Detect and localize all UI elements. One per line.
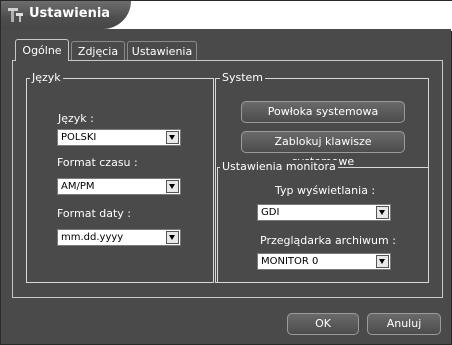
- chevron-down-icon[interactable]: [166, 231, 179, 244]
- settings-window: Ustawienia Ogólne Zdjęcia Ustawienia Jęz…: [0, 0, 452, 345]
- language-value: POLSKI: [61, 132, 97, 143]
- archive-viewer-label: Przeglądarka archiwum :: [260, 234, 396, 247]
- chevron-down-icon[interactable]: [376, 255, 389, 268]
- date-format-label: Format daty :: [57, 207, 132, 220]
- display-type-value: GDI: [261, 207, 280, 218]
- tab-label: Ustawienia: [131, 45, 193, 58]
- app-settings-icon: [7, 7, 25, 23]
- time-format-select[interactable]: AM/PM: [57, 178, 181, 195]
- tab-label: Ogólne: [22, 44, 62, 57]
- date-format-value: mm.dd.yyyy: [61, 232, 124, 243]
- time-format-label: Format czasu :: [57, 156, 138, 169]
- date-format-select[interactable]: mm.dd.yyyy: [57, 229, 181, 246]
- chevron-down-icon[interactable]: [166, 131, 179, 144]
- cancel-button[interactable]: Anuluj: [367, 313, 441, 335]
- tab-ustawienia[interactable]: Ustawienia: [127, 41, 197, 60]
- system-shell-button[interactable]: Powłoka systemowa: [241, 101, 405, 123]
- monitor-settings-group-legend: Ustawienia monitora: [220, 160, 338, 174]
- chevron-down-icon[interactable]: [376, 206, 389, 219]
- time-format-value: AM/PM: [61, 181, 95, 192]
- language-select[interactable]: POLSKI: [57, 129, 181, 146]
- tab-ogolne[interactable]: Ogólne: [15, 39, 69, 61]
- window-title: Ustawienia: [29, 6, 111, 21]
- tab-zdjecia[interactable]: Zdjęcia: [71, 41, 125, 60]
- tab-label: Zdjęcia: [77, 45, 119, 58]
- archive-viewer-value: MONITOR 0: [261, 256, 319, 267]
- language-group-legend: Język: [30, 71, 63, 85]
- ok-button-label: OK: [315, 317, 331, 330]
- system-group-legend: System: [220, 71, 266, 85]
- cancel-button-label: Anuluj: [386, 317, 422, 330]
- ok-button[interactable]: OK: [287, 313, 359, 335]
- system-shell-button-label: Powłoka systemowa: [267, 105, 379, 118]
- display-type-label: Typ wyświetlania :: [275, 184, 376, 197]
- titlebar-extension: [1, 29, 451, 33]
- display-type-select[interactable]: GDI: [257, 204, 391, 221]
- archive-viewer-select[interactable]: MONITOR 0: [257, 253, 391, 270]
- titlebar[interactable]: Ustawienia: [1, 1, 131, 29]
- lock-system-keys-button[interactable]: Zablokuj klawisze systemowe: [241, 131, 405, 168]
- chevron-down-icon[interactable]: [166, 180, 179, 193]
- language-label: Język :: [58, 112, 94, 125]
